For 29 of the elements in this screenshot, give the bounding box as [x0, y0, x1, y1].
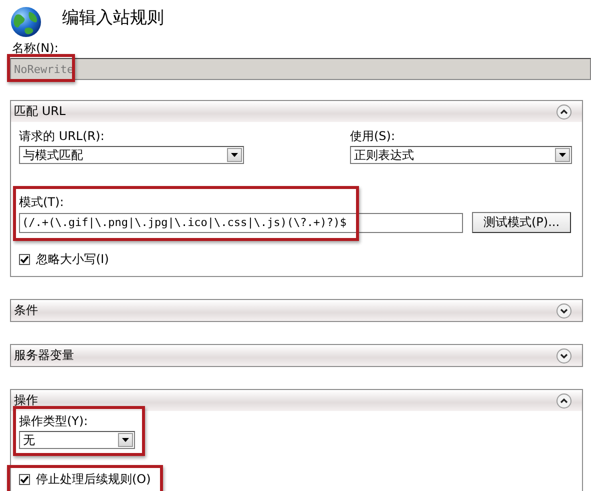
checkbox[interactable] — [19, 474, 30, 485]
expand-icon[interactable] — [556, 348, 572, 364]
dropdown[interactable]: 无 — [19, 431, 135, 449]
globe-icon — [10, 6, 42, 38]
pattern-input[interactable]: (/.+(\.gif|\.png|\.jpg|\.ico|\.css|\.js)(\?.+)?)$ — [19, 212, 463, 232]
field-label: 模式(T): — [19, 194, 65, 211]
dropdown[interactable]: 正则表达式 — [350, 146, 572, 164]
test-pattern-button[interactable]: 测试模式(P)... — [472, 212, 571, 233]
section-title: 操作 — [14, 392, 38, 409]
field-label: 操作类型(Y): — [19, 413, 89, 430]
checkbox[interactable] — [19, 254, 30, 265]
section-title: 匹配 URL — [14, 103, 66, 120]
dropdown[interactable]: 与模式匹配 — [19, 146, 244, 164]
field-label: 请求的 URL(R): — [19, 128, 106, 145]
checkbox-label[interactable]: 停止处理后续规则(O) — [36, 471, 151, 488]
dialog-title: 编辑入站规则 — [62, 7, 164, 29]
dropdown-arrow-icon — [559, 153, 566, 157]
checkmark-icon — [20, 475, 29, 484]
field-label: 使用(S): — [350, 128, 396, 145]
checkmark-icon — [20, 255, 29, 264]
section-title: 服务器变量 — [14, 347, 74, 364]
section-title: 条件 — [14, 302, 38, 319]
dropdown-arrow-icon — [122, 438, 129, 442]
field-label: 名称(N): — [11, 40, 60, 57]
dropdown-arrow-icon — [231, 153, 238, 157]
checkbox-label[interactable]: 忽略大小写(I) — [36, 251, 109, 268]
expand-icon[interactable] — [556, 302, 572, 318]
collapse-icon[interactable] — [556, 104, 572, 120]
collapse-icon[interactable] — [556, 392, 572, 408]
